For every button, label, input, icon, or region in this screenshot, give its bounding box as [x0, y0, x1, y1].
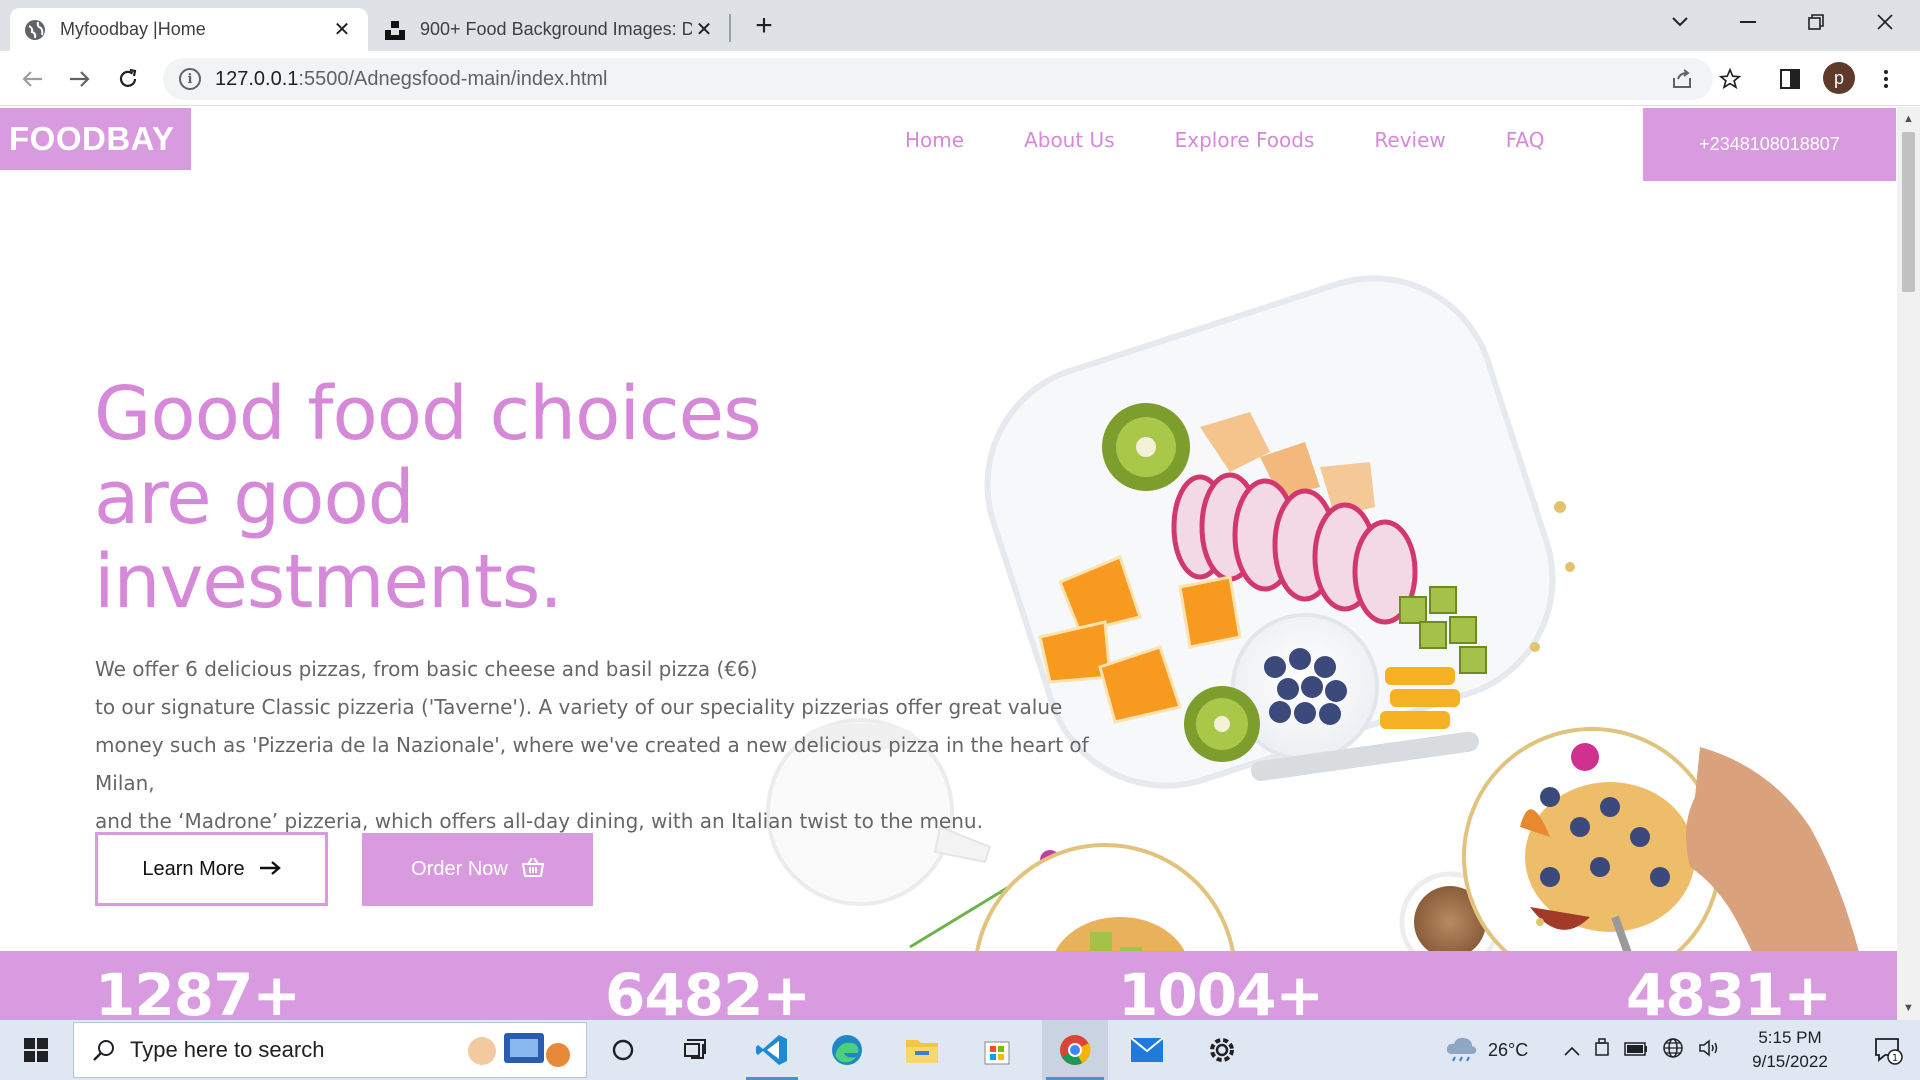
tab-title: 900+ Food Background Images: Download HD [420, 19, 692, 39]
search-icon [92, 1038, 116, 1068]
nav-home[interactable]: Home [905, 128, 964, 152]
task-view-icon[interactable] [666, 1020, 726, 1080]
microsoft-store-icon[interactable] [967, 1020, 1027, 1080]
hero-description: We offer 6 delicious pizzas, from basic … [95, 650, 1125, 840]
page-scrollbar[interactable]: ▲ ▼ [1897, 107, 1920, 1020]
network-globe-icon[interactable] [1662, 1037, 1684, 1064]
clock-time: 5:15 PM [1758, 1028, 1822, 1047]
vscode-icon[interactable] [742, 1020, 802, 1080]
description-line: money such as 'Pizzeria de la Nazionale'… [95, 733, 1089, 795]
main-nav: Home About Us Explore Foods Review FAQ [905, 128, 1545, 152]
minimize-button[interactable] [1718, 0, 1778, 43]
phone-button[interactable]: +2348108018807 [1643, 108, 1896, 181]
description-line: We offer 6 delicious pizzas, from basic … [95, 657, 758, 681]
tab-food-backgrounds[interactable]: 900+ Food Background Images: Download HD… [370, 8, 730, 51]
nav-review[interactable]: Review [1374, 128, 1445, 152]
cortana-icon[interactable] [593, 1020, 653, 1080]
hero-food-image [766, 275, 1875, 1020]
taskbar-search-input[interactable]: Type here to search [73, 1022, 587, 1078]
tab-title: Myfoodbay |Home [60, 19, 206, 39]
arrow-right-icon [259, 858, 281, 881]
nav-explore-foods[interactable]: Explore Foods [1175, 128, 1315, 152]
globe-icon [24, 19, 46, 41]
nav-about-us[interactable]: About Us [1024, 128, 1115, 152]
volume-icon[interactable] [1698, 1038, 1720, 1063]
notification-count: 1 [1892, 1053, 1898, 1064]
order-now-label: Order Now [411, 858, 508, 880]
basket-icon [521, 856, 545, 883]
tab-search-icon[interactable] [1650, 0, 1710, 43]
scroll-down-arrow-icon[interactable]: ▼ [1897, 998, 1920, 1018]
description-line: and the ‘Madrone’ pizzeria, which offers… [95, 809, 983, 833]
weather-widget[interactable]: 26°C [1444, 1020, 1528, 1080]
tab-myfoodbay[interactable]: Myfoodbay |Home ✕ [10, 8, 368, 51]
search-highlight-icon [462, 1027, 574, 1079]
back-icon[interactable] [14, 61, 50, 97]
order-now-button[interactable]: Order Now [362, 833, 593, 906]
stat-value: 1004+ [1118, 961, 1324, 1020]
side-panel-icon[interactable] [1774, 63, 1806, 95]
share-icon[interactable] [1666, 63, 1698, 95]
restore-button[interactable] [1786, 0, 1846, 43]
search-placeholder: Type here to search [130, 1037, 325, 1062]
stats-banner: 1287+ 6482+ 1004+ 4831+ [0, 951, 1897, 1020]
close-icon[interactable]: ✕ [330, 18, 354, 42]
file-explorer-icon[interactable] [892, 1020, 952, 1080]
nav-faq[interactable]: FAQ [1506, 128, 1545, 152]
url-path: :5500/Adnegsfood-main/index.html [298, 67, 608, 90]
windows-taskbar: Type here to search 26°C 5:15 PM 9/15/20… [0, 1020, 1920, 1080]
stat-value: 4831+ [1626, 961, 1832, 1020]
clock-date: 9/15/2022 [1752, 1052, 1828, 1071]
page-viewport: FOODBAY Home About Us Explore Foods Revi… [0, 107, 1897, 1020]
battery-icon[interactable] [1624, 1040, 1648, 1061]
browser-tab-strip: Myfoodbay |Home ✕ 900+ Food Background I… [0, 0, 1920, 51]
bookmark-star-icon[interactable] [1714, 63, 1746, 95]
learn-more-button[interactable]: Learn More [95, 832, 328, 906]
learn-more-label: Learn More [142, 857, 245, 880]
url-host: 127.0.0.1 [215, 67, 299, 90]
browser-toolbar: i 127.0.0.1:5500/Adnegsfood-main/index.h… [0, 51, 1920, 106]
close-window-button[interactable] [1855, 0, 1915, 43]
tab-separator [729, 14, 731, 42]
scroll-up-arrow-icon[interactable]: ▲ [1897, 109, 1920, 129]
system-tray [1564, 1020, 1720, 1080]
site-info-icon[interactable]: i [179, 68, 201, 90]
scrollbar-thumb[interactable] [1902, 132, 1915, 292]
reload-icon[interactable] [110, 61, 146, 97]
new-tab-button[interactable]: + [748, 9, 780, 42]
device-icon[interactable] [1594, 1037, 1610, 1063]
cloud-rain-icon [1444, 1034, 1478, 1067]
menu-icon[interactable] [1870, 63, 1902, 95]
notifications-icon[interactable]: 1 [1858, 1020, 1918, 1080]
stat-value: 6482+ [605, 961, 811, 1020]
description-line: to our signature Classic pizzeria ('Tave… [95, 695, 1063, 719]
chrome-icon[interactable] [1042, 1020, 1108, 1080]
weather-temperature: 26°C [1488, 1039, 1529, 1060]
unsplash-icon [384, 19, 406, 41]
edge-icon[interactable] [817, 1020, 877, 1080]
mail-icon[interactable] [1117, 1020, 1177, 1080]
profile-avatar[interactable]: p [1823, 62, 1855, 94]
hero-headline: Good food choices are good investments. [94, 371, 762, 625]
taskbar-clock[interactable]: 5:15 PM 9/15/2022 [1740, 1026, 1840, 1074]
chevron-up-icon[interactable] [1564, 1040, 1580, 1061]
settings-gear-icon[interactable] [1192, 1020, 1252, 1080]
forward-icon[interactable] [62, 61, 98, 97]
site-logo[interactable]: FOODBAY [0, 108, 191, 170]
windows-start-icon[interactable] [6, 1020, 66, 1080]
address-bar[interactable]: i 127.0.0.1:5500/Adnegsfood-main/index.h… [163, 58, 1713, 100]
close-icon[interactable]: ✕ [692, 18, 716, 42]
stat-value: 1287+ [95, 961, 301, 1020]
